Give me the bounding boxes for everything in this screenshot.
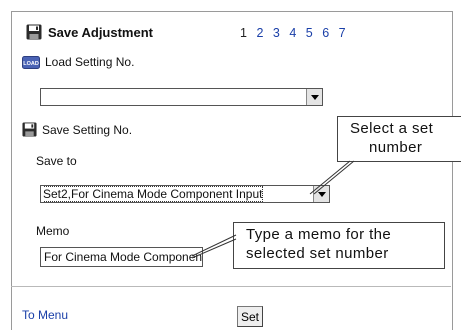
load-setting-label: Load Setting No. [45,55,135,69]
save-to-select[interactable]: Set2,For Cinema Mode Component Input [40,185,330,203]
type-memo-callout: Type a memo for the selected set number [233,222,445,269]
load-setting-select[interactable] [40,88,323,106]
floppy-disk-icon [22,122,37,137]
page-navigation: 1 2 3 4 5 6 7 [240,26,351,40]
callout-line: Type a memo for the [246,226,392,243]
divider [11,286,451,287]
chevron-down-icon[interactable] [313,186,329,202]
save-to-label: Save to [36,154,77,168]
load-setting-row: LOAD Load Setting No. [22,55,134,69]
page-title: Save Adjustment [26,24,153,40]
page-title-text: Save Adjustment [48,24,153,40]
memo-label: Memo [36,224,70,238]
page-link-3[interactable]: 3 [273,26,280,40]
callout-line: number [369,139,423,156]
page-link-2[interactable]: 2 [256,26,263,40]
floppy-disk-icon [26,24,42,40]
svg-text:LOAD: LOAD [23,61,39,67]
to-menu-link[interactable]: To Menu [22,308,68,322]
callout-line: selected set number [246,245,389,262]
callout-line: Select a set [350,120,434,137]
memo-input[interactable]: For Cinema Mode Component [40,247,203,267]
chevron-down-icon[interactable] [306,89,322,105]
load-icon: LOAD [22,55,40,69]
page-link-4[interactable]: 4 [289,26,296,40]
save-setting-row: Save Setting No. [22,122,132,137]
page-link-7[interactable]: 7 [339,26,346,40]
save-setting-label: Save Setting No. [42,122,133,137]
save-to-select-value: Set2,For Cinema Mode Component Input [43,186,264,202]
page-link-5[interactable]: 5 [306,26,313,40]
page-link-6[interactable]: 6 [322,26,329,40]
select-set-callout: Select a set number [337,116,461,162]
settings-panel: Save Adjustment 1 2 3 4 5 6 7 LOAD Load … [11,11,461,330]
page-number-current: 1 [240,26,248,40]
set-button[interactable]: Set [237,306,264,327]
